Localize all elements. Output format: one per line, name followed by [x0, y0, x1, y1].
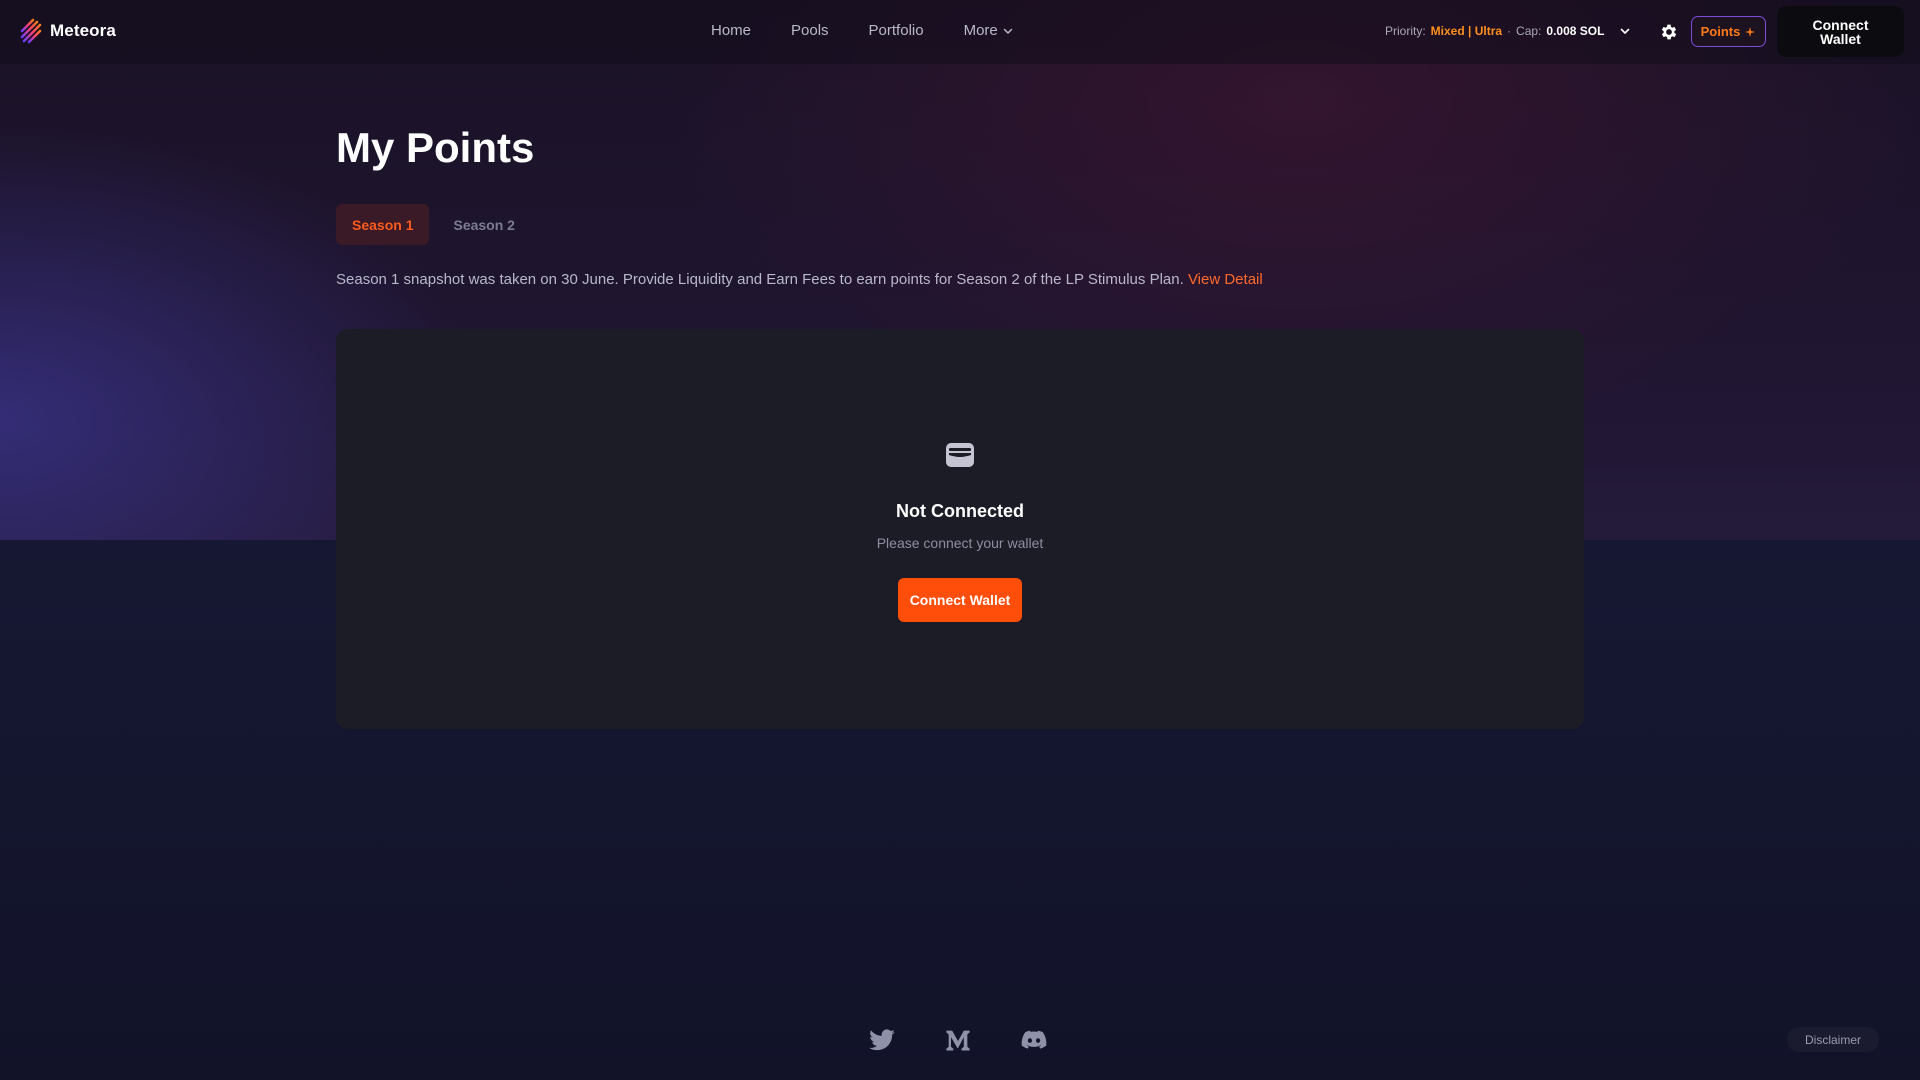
- priority-value: Mixed | Ultra: [1430, 24, 1503, 38]
- gear-icon[interactable]: [1659, 22, 1679, 42]
- nav-more[interactable]: More: [964, 22, 1014, 39]
- points-button[interactable]: Points: [1691, 16, 1766, 47]
- page-title: My Points: [336, 124, 535, 171]
- points-label: Points: [1700, 24, 1741, 39]
- view-detail-link[interactable]: View Detail: [1188, 271, 1263, 288]
- chevron-down-icon: [1003, 28, 1013, 34]
- card-connect-wallet-button[interactable]: Connect Wallet: [898, 578, 1022, 622]
- nav-pools[interactable]: Pools: [791, 22, 829, 39]
- priority-separator: ·: [1507, 24, 1512, 38]
- meteora-logo-icon: [20, 18, 42, 44]
- not-connected-subtitle: Please connect your wallet: [876, 535, 1044, 551]
- nav-home[interactable]: Home: [711, 22, 751, 39]
- medium-icon[interactable]: [942, 1026, 974, 1054]
- social-links: [866, 1026, 1050, 1054]
- season-description: Season 1 snapshot was taken on 30 June. …: [336, 271, 1263, 288]
- main-nav: Home Pools Portfolio More: [711, 22, 1014, 39]
- tab-season-2[interactable]: Season 2: [437, 204, 530, 245]
- priority-label: Priority:: [1385, 24, 1426, 38]
- tab-season-1[interactable]: Season 1: [336, 204, 430, 245]
- chevron-down-icon: [1621, 28, 1630, 34]
- disclaimer-button[interactable]: Disclaimer: [1787, 1027, 1879, 1052]
- twitter-icon[interactable]: [866, 1026, 898, 1054]
- connect-wallet-button[interactable]: Connect Wallet: [1777, 6, 1904, 57]
- top-navbar: Meteora Home Pools Portfolio More Priori…: [0, 0, 1920, 64]
- sparkle-icon: [1745, 26, 1756, 37]
- brand-name: Meteora: [50, 21, 116, 40]
- season-tabs: Season 1 Season 2: [336, 204, 531, 245]
- not-connected-title: Not Connected: [896, 501, 1024, 521]
- not-connected-card: Not Connected Please connect your wallet…: [336, 329, 1584, 729]
- cap-value: 0.008 SOL: [1546, 24, 1605, 38]
- wallet-icon: [946, 443, 974, 467]
- nav-portfolio[interactable]: Portfolio: [869, 22, 924, 39]
- priority-fee-selector[interactable]: Priority: Mixed | Ultra · Cap: 0.008 SOL: [1385, 24, 1631, 38]
- cap-label: Cap:: [1516, 24, 1542, 38]
- description-text: Season 1 snapshot was taken on 30 June. …: [336, 271, 1184, 288]
- nav-more-label: More: [963, 22, 998, 39]
- brand[interactable]: Meteora: [20, 18, 116, 44]
- discord-icon[interactable]: [1018, 1026, 1050, 1054]
